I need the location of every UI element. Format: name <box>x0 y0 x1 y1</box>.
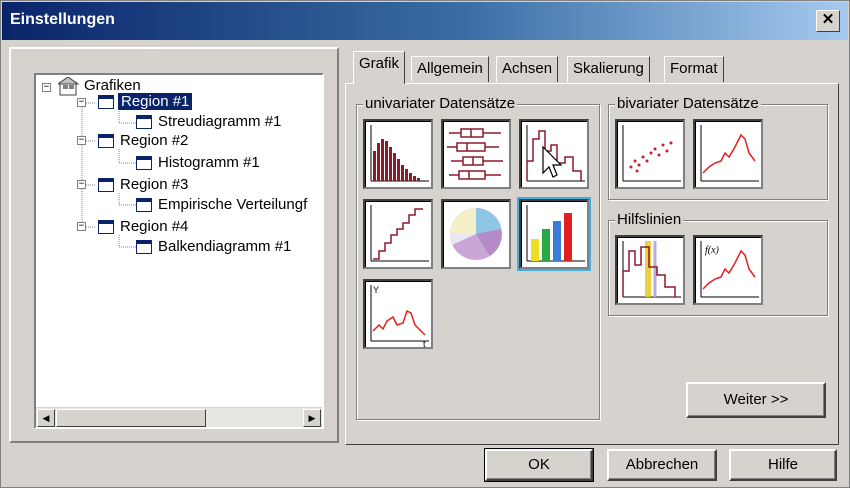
histogram-bars-tile[interactable] <box>363 119 433 189</box>
vertical-lines-icon <box>622 241 681 298</box>
scatter-plot-icon <box>622 125 681 182</box>
tab-format[interactable]: Format <box>664 56 724 82</box>
time-series-icon: Y t <box>370 285 429 347</box>
scroll-left-button[interactable]: ◀ <box>37 409 55 427</box>
cancel-button[interactable]: Abbrechen <box>607 449 717 481</box>
tree-item-histogramm[interactable]: Histogramm #1 <box>158 154 260 171</box>
tree-horizontal-scrollbar[interactable]: ◀ ▶ <box>36 407 322 427</box>
fx-label: f(x) <box>705 245 720 256</box>
tree-item-region-4[interactable]: Region #4 <box>120 218 188 235</box>
boxplot-icon <box>447 128 503 180</box>
region-window-icon <box>98 95 114 109</box>
region-window-icon <box>98 134 114 148</box>
tree-item-region-2[interactable]: Region #2 <box>120 132 188 149</box>
pie-chart-tile[interactable] <box>441 199 511 269</box>
bivariate-group: bivariater Datensätze <box>608 95 828 200</box>
collapse-toggle-region-3[interactable]: − <box>77 180 86 189</box>
histogram-bars-icon <box>370 125 429 182</box>
time-series-tile[interactable]: Y t <box>363 279 433 349</box>
close-icon: ✕ <box>821 11 835 28</box>
helper-lines-group: Hilfslinien f(x) <box>608 211 828 316</box>
settings-dialog: Einstellungen ✕ − Grafiken − Region #1 S… <box>0 0 850 488</box>
univariate-group: univariater Datensätze Y t <box>356 95 600 420</box>
tree-item-empirische-verteilung[interactable]: Empirische Verteilungf <box>158 196 307 213</box>
function-curve-tile[interactable]: f(x) <box>693 235 763 305</box>
scroll-left-icon: ◀ <box>42 413 50 423</box>
chart-window-icon <box>136 156 152 170</box>
bar-chart-icon <box>526 205 585 262</box>
tab-skalierung[interactable]: Skalierung <box>567 56 650 82</box>
collapse-toggle-region-2[interactable]: − <box>77 136 86 145</box>
collapse-toggle-region-4[interactable]: − <box>77 222 86 231</box>
tree-item-balkendiagramm[interactable]: Balkendiagramm #1 <box>158 238 291 255</box>
collapse-toggle-root[interactable]: − <box>42 83 51 92</box>
ok-button[interactable]: OK <box>484 448 594 482</box>
y-axis-letter: Y <box>373 285 379 295</box>
title-bar: Einstellungen ✕ <box>2 2 848 40</box>
scroll-right-icon: ▶ <box>308 413 316 423</box>
scatter-plot-tile[interactable] <box>615 119 685 189</box>
boxplot-tile[interactable] <box>441 119 511 189</box>
pie-chart-icon <box>449 208 502 260</box>
scroll-thumb[interactable] <box>56 409 206 427</box>
window-title: Einstellungen <box>10 11 115 28</box>
tab-allgemein[interactable]: Allgemein <box>411 56 489 82</box>
chart-window-icon <box>136 240 152 254</box>
scroll-right-button[interactable]: ▶ <box>303 409 321 427</box>
chart-window-icon <box>136 115 152 129</box>
tab-achsen[interactable]: Achsen <box>496 56 559 82</box>
tab-grafik[interactable]: Grafik <box>353 51 406 84</box>
next-button[interactable]: Weiter >> <box>686 382 826 418</box>
region-window-icon <box>98 220 114 234</box>
region-window-icon <box>98 178 114 192</box>
collapse-toggle-region-1[interactable]: − <box>77 98 86 107</box>
bar-chart-tile[interactable] <box>517 197 591 271</box>
histogram-outline-tile[interactable] <box>519 119 589 189</box>
region-tree[interactable]: − Grafiken − Region #1 Streudiagramm #1 … <box>34 73 324 429</box>
helper-lines-group-label: Hilfslinien <box>615 211 684 228</box>
help-button[interactable]: Hilfe <box>729 449 837 481</box>
tree-item-region-1[interactable]: Region #1 <box>116 92 194 111</box>
vertical-lines-tile[interactable] <box>615 235 685 305</box>
grafik-tab-page: univariater Datensätze Y t bivariater Da… <box>345 83 839 445</box>
chart-window-icon <box>136 198 152 212</box>
close-button[interactable]: ✕ <box>816 10 840 32</box>
ecdf-step-icon <box>370 205 429 262</box>
ecdf-step-tile[interactable] <box>363 199 433 269</box>
line-plot-icon <box>700 125 759 182</box>
settings-root-icon <box>58 77 80 96</box>
histogram-outline-icon <box>526 125 585 182</box>
tree-root-label[interactable]: Grafiken <box>84 77 141 94</box>
univariate-group-label: univariater Datensätze <box>363 95 518 112</box>
t-axis-letter: t <box>423 339 426 347</box>
tree-item-region-3[interactable]: Region #3 <box>120 176 188 193</box>
function-curve-icon: f(x) <box>700 241 759 298</box>
tree-panel: − Grafiken − Region #1 Streudiagramm #1 … <box>9 47 339 443</box>
tree-item-streudiagramm[interactable]: Streudiagramm #1 <box>158 113 281 130</box>
bivariate-group-label: bivariater Datensätze <box>615 95 761 112</box>
line-plot-tile[interactable] <box>693 119 763 189</box>
